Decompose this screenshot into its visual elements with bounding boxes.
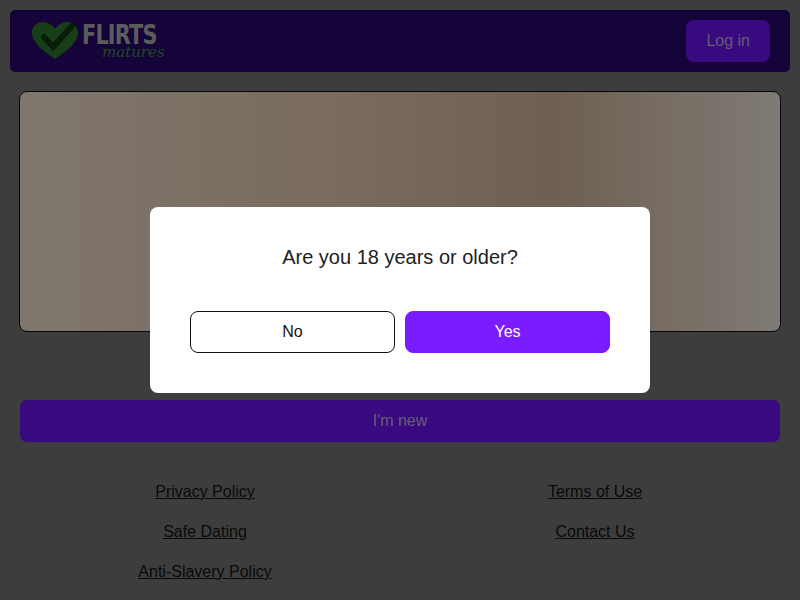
page: FLIRTSmaturesLog inI'm newPrivacy Policy… xyxy=(0,0,800,600)
modal-question: Are you 18 years or older? xyxy=(282,245,518,269)
secondary-button[interactable]: No xyxy=(190,311,395,353)
primary-button[interactable]: Yes xyxy=(405,311,610,353)
age-modal: Are you 18 years or older? NoYes xyxy=(150,207,650,393)
modal-buttons: NoYes xyxy=(190,311,610,353)
overlay: Are you 18 years or older? NoYes xyxy=(0,0,800,600)
